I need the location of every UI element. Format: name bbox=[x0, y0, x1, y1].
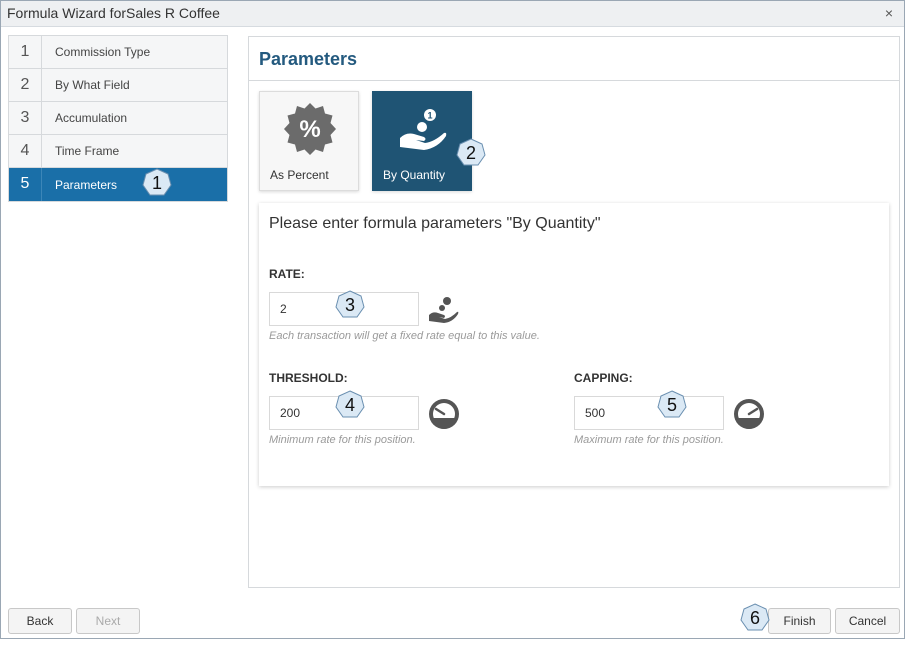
step-number: 2 bbox=[9, 69, 42, 101]
threshold-hint: Minimum rate for this position. bbox=[269, 434, 416, 446]
svg-text:%: % bbox=[299, 116, 320, 143]
finish-button[interactable]: Finish bbox=[768, 608, 831, 634]
step-label: Accumulation bbox=[55, 111, 128, 125]
form-title: Please enter formula parameters "By Quan… bbox=[269, 215, 601, 232]
cancel-button[interactable]: Cancel bbox=[835, 608, 900, 634]
step-label: By What Field bbox=[55, 78, 130, 92]
step-accumulation[interactable]: 3 Accumulation bbox=[9, 102, 227, 135]
capping-input[interactable] bbox=[574, 396, 724, 430]
callout-badge: 4 bbox=[335, 390, 365, 420]
callout-badge: 1 bbox=[142, 168, 172, 198]
capping-label: CAPPING: bbox=[574, 371, 633, 385]
callout-badge: 3 bbox=[335, 290, 365, 320]
close-icon[interactable]: × bbox=[880, 4, 898, 22]
formula-wizard-window: Formula Wizard forSales R Coffee × 1 Com… bbox=[0, 0, 905, 639]
step-number: 1 bbox=[9, 36, 42, 68]
window-title: Formula Wizard forSales R Coffee bbox=[7, 5, 220, 21]
step-time-frame[interactable]: 4 Time Frame bbox=[9, 135, 227, 168]
parameters-form: Please enter formula parameters "By Quan… bbox=[259, 203, 889, 486]
step-label: Parameters bbox=[55, 177, 118, 192]
callout-badge: 6 bbox=[740, 603, 770, 633]
gauge-high-icon bbox=[734, 399, 764, 429]
step-number: 4 bbox=[9, 135, 42, 167]
hand-coins-icon: 1 bbox=[400, 109, 447, 150]
back-button[interactable]: Back bbox=[8, 608, 72, 634]
capping-hint: Maximum rate for this position. bbox=[574, 434, 724, 446]
rate-label: RATE: bbox=[269, 267, 305, 281]
step-number: 3 bbox=[9, 102, 42, 134]
step-number: 5 bbox=[9, 168, 42, 201]
tile-as-percent[interactable]: % As Percent bbox=[259, 91, 359, 191]
callout-badge: 2 bbox=[456, 138, 486, 168]
step-label: Commission Type bbox=[55, 45, 151, 59]
next-button[interactable]: Next bbox=[76, 608, 140, 634]
callout-badge: 5 bbox=[657, 390, 687, 420]
step-commission-type[interactable]: 1 Commission Type bbox=[9, 36, 227, 69]
tile-label: By Quantity bbox=[383, 168, 446, 182]
panel-title: Parameters bbox=[249, 37, 899, 81]
wizard-steps: 1 Commission Type 2 By What Field 3 Accu… bbox=[8, 35, 228, 202]
title-bar: Formula Wizard forSales R Coffee × bbox=[1, 1, 904, 27]
step-label: Time Frame bbox=[55, 144, 120, 158]
svg-text:1: 1 bbox=[427, 111, 432, 121]
rate-hint: Each transaction will get a fixed rate e… bbox=[269, 330, 540, 342]
step-by-what-field[interactable]: 2 By What Field bbox=[9, 69, 227, 102]
gauge-low-icon bbox=[429, 399, 459, 429]
step-parameters[interactable]: 5 Parameters bbox=[9, 168, 227, 201]
hand-coin-icon bbox=[429, 297, 459, 323]
threshold-label: THRESHOLD: bbox=[269, 371, 348, 385]
tile-label: As Percent bbox=[270, 168, 329, 182]
percent-badge-icon: % bbox=[284, 103, 336, 155]
